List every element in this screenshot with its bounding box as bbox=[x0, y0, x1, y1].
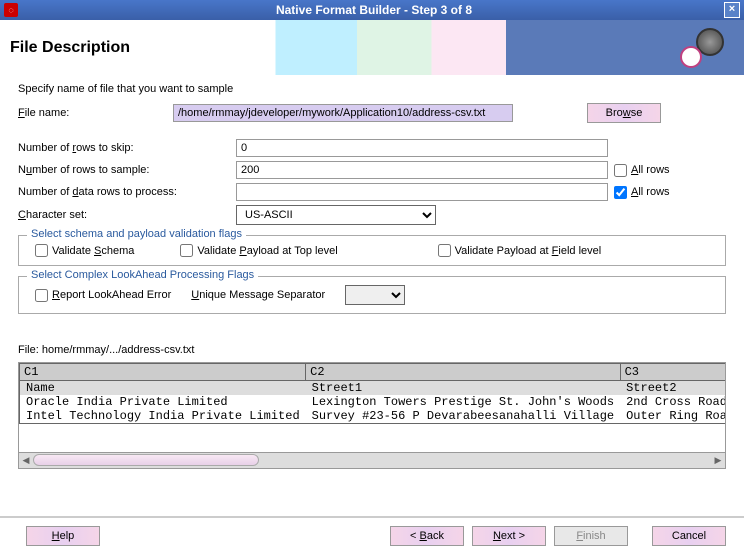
validate-field-label: Validate Payload at Field level bbox=[455, 245, 602, 257]
separator-label: Unique Message Separator bbox=[191, 289, 325, 301]
data-header: Street2 bbox=[620, 381, 726, 396]
finish-button: Finish bbox=[554, 526, 628, 546]
close-icon[interactable]: × bbox=[724, 2, 740, 18]
intro-text: Specify name of file that you want to sa… bbox=[18, 83, 726, 95]
app-icon: ◌ bbox=[4, 3, 18, 17]
validation-fieldset: Select schema and payload validation fla… bbox=[18, 235, 726, 266]
back-button[interactable]: < Back bbox=[390, 526, 464, 546]
next-button[interactable]: Next > bbox=[472, 526, 546, 546]
rows-process-input[interactable] bbox=[236, 183, 608, 201]
allrows-sample-checkbox[interactable] bbox=[614, 164, 627, 177]
data-cell: Oracle India Private Limited bbox=[20, 395, 306, 409]
report-lookahead-checkbox[interactable] bbox=[35, 289, 48, 302]
window-title: Native Format Builder - Step 3 of 8 bbox=[24, 3, 724, 17]
separator-select[interactable] bbox=[345, 285, 405, 305]
col-header-c1[interactable]: C1 bbox=[20, 364, 306, 381]
validate-schema-checkbox[interactable] bbox=[35, 244, 48, 257]
preview-path: File: home/rmmay/.../address-csv.txt bbox=[18, 344, 726, 356]
lookahead-legend: Select Complex LookAhead Processing Flag… bbox=[27, 269, 258, 281]
validate-field-checkbox[interactable] bbox=[438, 244, 451, 257]
validate-top-checkbox[interactable] bbox=[180, 244, 193, 257]
rows-process-label: Number of data rows to process: bbox=[18, 186, 236, 198]
data-header: Street1 bbox=[306, 381, 620, 396]
col-header-c2[interactable]: C2 bbox=[306, 364, 620, 381]
validate-schema-label: Validate Schema bbox=[52, 245, 134, 257]
validate-top-label: Validate Payload at Top level bbox=[197, 245, 337, 257]
rows-skip-label: Number of rows to skip: bbox=[18, 142, 236, 154]
scroll-thumb[interactable] bbox=[33, 454, 259, 466]
allrows-process-checkbox[interactable] bbox=[614, 186, 627, 199]
validation-legend: Select schema and payload validation fla… bbox=[27, 228, 246, 240]
allrows-sample-label: All rows bbox=[631, 164, 670, 176]
data-cell: Intel Technology India Private Limited bbox=[20, 409, 306, 424]
data-cell: 2nd Cross Road bbox=[620, 395, 726, 409]
preview-table-wrap: C1 C2 C3 Name Street1 Street2 Oracle Ind… bbox=[18, 362, 726, 469]
banner-decoration bbox=[674, 28, 724, 68]
rows-sample-input[interactable] bbox=[236, 161, 608, 179]
scroll-left-icon[interactable]: ◀ bbox=[19, 453, 33, 467]
cancel-button[interactable]: Cancel bbox=[652, 526, 726, 546]
rows-skip-input[interactable] bbox=[236, 139, 608, 157]
data-header: Name bbox=[20, 381, 306, 396]
filename-input[interactable] bbox=[173, 104, 513, 122]
lookahead-fieldset: Select Complex LookAhead Processing Flag… bbox=[18, 276, 726, 314]
help-button[interactable]: Help bbox=[26, 526, 100, 546]
wizard-banner: File Description bbox=[0, 20, 744, 75]
rows-sample-label: Number of rows to sample: bbox=[18, 164, 236, 176]
data-cell: Outer Ring Road bbox=[620, 409, 726, 424]
horizontal-scrollbar[interactable]: ◀ ▶ bbox=[19, 452, 725, 468]
page-title: File Description bbox=[10, 39, 130, 57]
scroll-right-icon[interactable]: ▶ bbox=[711, 453, 725, 467]
window-titlebar: ◌ Native Format Builder - Step 3 of 8 × bbox=[0, 0, 744, 20]
report-lookahead-label: Report LookAhead Error bbox=[52, 289, 171, 301]
allrows-process-label: All rows bbox=[631, 186, 670, 198]
data-cell: Survey #23-56 P Devarabeesanahalli Villa… bbox=[306, 409, 620, 424]
browse-button[interactable]: Browse bbox=[587, 103, 661, 123]
charset-label: Character set: bbox=[18, 209, 236, 221]
col-header-c3[interactable]: C3 bbox=[620, 364, 726, 381]
preview-table: C1 C2 C3 Name Street1 Street2 Oracle Ind… bbox=[19, 363, 726, 424]
wizard-button-bar: Help < Back Next > Finish Cancel bbox=[0, 516, 744, 546]
charset-select[interactable]: US-ASCII bbox=[236, 205, 436, 225]
filename-label: File name: bbox=[18, 107, 173, 119]
data-cell: Lexington Towers Prestige St. John's Woo… bbox=[306, 395, 620, 409]
